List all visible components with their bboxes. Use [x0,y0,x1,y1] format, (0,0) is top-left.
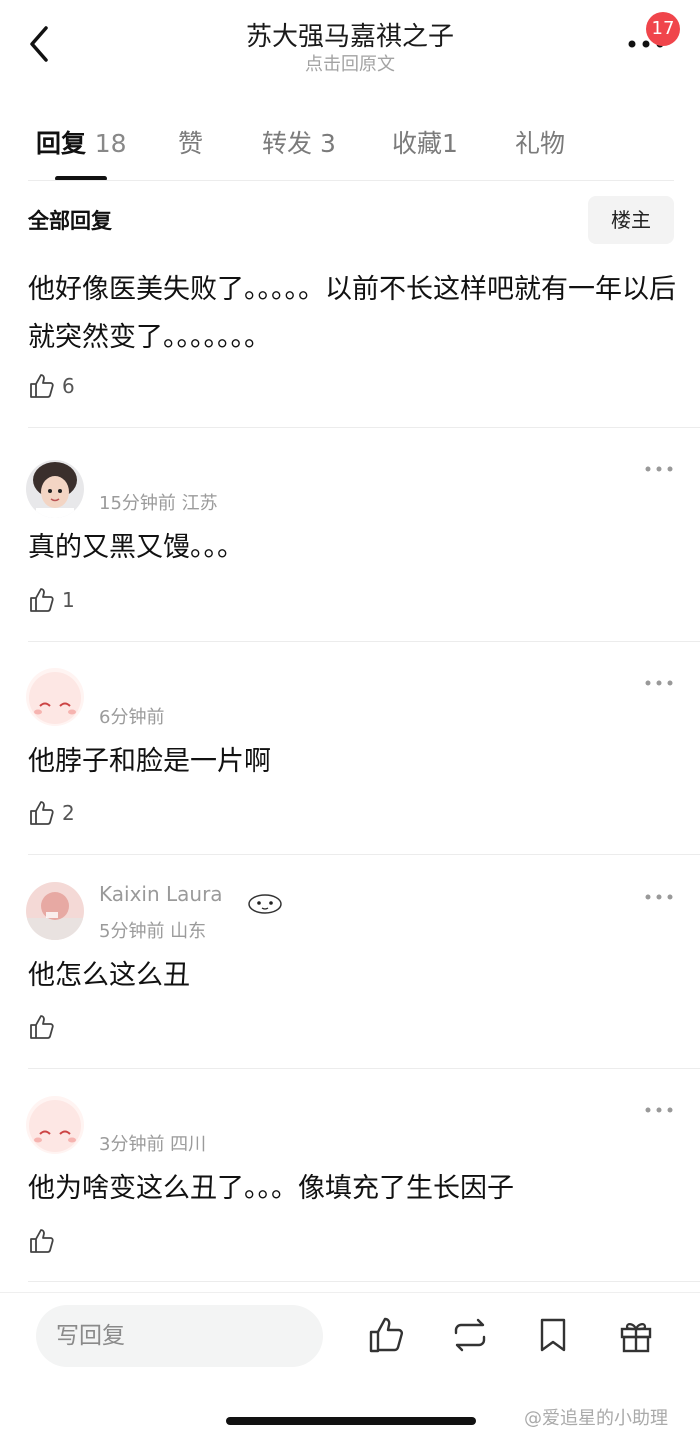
divider [28,427,700,428]
more-dots-icon[interactable] [644,465,674,473]
like-count: 2 [62,801,75,825]
tab-gifts[interactable]: 礼物 [515,124,565,160]
tab-bar: 回复 18 赞 转发 3 收藏1 礼物 [0,110,700,182]
like-count: 6 [62,374,75,398]
like-button[interactable] [28,1226,62,1256]
original-reply-text: 他好像医美失败了。。。。。以前不长这样吧就有一年以后就突然变了。。。。。。。 [28,274,676,353]
divider [28,854,700,855]
page-title[interactable]: 苏大强马嘉祺之子 [150,16,550,53]
thumbs-up-icon [30,374,54,398]
tab-replies[interactable]: 回复 18 [36,124,127,160]
divider [28,641,700,642]
emoji-badge-icon [248,894,282,914]
chevron-left-icon[interactable] [22,20,62,68]
like-button[interactable]: 6 [28,371,75,401]
gift-icon[interactable] [616,1315,656,1355]
more-dots-icon[interactable] [644,893,674,901]
bottom-action-bar: @爱追星的小助理 [0,1292,700,1441]
watermark: @爱追星的小助理 [524,1408,668,1429]
thumbs-up-icon [30,1229,54,1253]
notification-badge: 17 [646,12,680,46]
all-replies-label[interactable]: 全部回复 [28,205,112,235]
like-count: 1 [62,588,75,612]
like-icon[interactable] [366,1315,406,1355]
like-button[interactable] [28,1012,62,1042]
comment-meta: 15分钟前 江苏 [99,493,218,514]
repost-icon[interactable] [450,1315,490,1355]
comment-text: 他脖子和脸是一片啊 [28,746,271,777]
bookmark-icon[interactable] [533,1315,573,1355]
username[interactable]: Kaixin Laura [99,882,223,906]
back-to-original-link[interactable]: 点击回原文 [150,50,550,76]
divider [28,1068,700,1069]
comment-text: 真的又黑又馒。。。 [28,532,244,563]
comment-text: 他怎么这么丑 [28,960,190,991]
comment-meta: 5分钟前 山东 [99,921,207,942]
avatar[interactable] [26,1096,84,1154]
more-dots-icon[interactable] [644,1106,674,1114]
avatar[interactable] [26,668,84,726]
comment-meta: 6分钟前 [99,707,165,728]
thumbs-up-icon [30,1015,54,1039]
reply-input[interactable] [36,1305,323,1367]
divider [28,180,674,181]
thumbs-up-icon [30,801,54,825]
tab-likes[interactable]: 赞 [178,124,203,160]
tab-reposts[interactable]: 转发 3 [262,124,336,160]
divider [28,1281,700,1282]
thumbs-up-icon [30,588,54,612]
avatar[interactable] [26,882,84,940]
more-dots-icon[interactable] [644,679,674,687]
home-indicator [226,1417,476,1425]
tab-favorites[interactable]: 收藏1 [392,124,458,160]
top-nav-bar: 苏大强马嘉祺之子 点击回原文 17 [0,0,700,90]
avatar[interactable] [26,460,84,518]
like-button[interactable]: 1 [28,585,75,615]
comment-meta: 3分钟前 四川 [99,1134,207,1155]
comment-text: 他为啥变这么丑了。。。像填充了生长因子 [28,1173,514,1204]
like-button[interactable]: 2 [28,798,75,828]
op-only-button[interactable]: 楼主 [588,196,674,244]
